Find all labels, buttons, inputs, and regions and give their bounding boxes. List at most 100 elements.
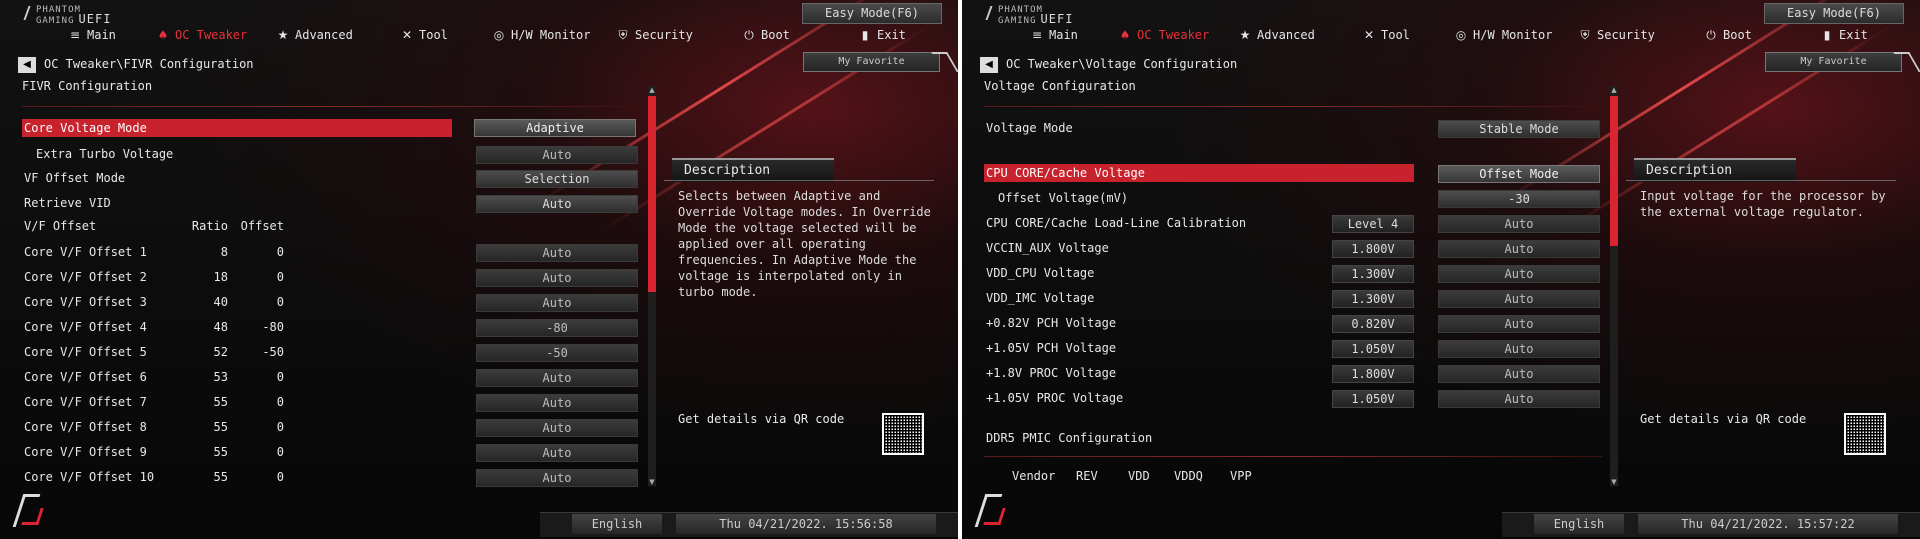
ddr5-col-vpp: VPP: [1230, 469, 1252, 483]
monitor-icon: ◎: [1455, 28, 1467, 42]
description-text: Selects between Adaptive and Override Vo…: [678, 189, 931, 299]
vf-offset-row[interactable]: Core V/F Offset 6: [22, 368, 452, 386]
vf-offset: 0: [276, 395, 284, 409]
vf-offset-row[interactable]: Core V/F Offset 3: [22, 293, 452, 311]
divider: [984, 106, 1602, 107]
nav-boot[interactable]: ⏻ Boot: [1704, 28, 1752, 43]
setting-row-extra-turbo-voltage[interactable]: Extra Turbo Voltage: [22, 145, 452, 163]
nav-exit[interactable]: ▮ Exit: [1820, 28, 1868, 42]
back-arrow-icon[interactable]: ◀: [980, 57, 998, 73]
vf-offset-value[interactable]: Auto: [476, 369, 638, 387]
vf-offset-value[interactable]: Auto: [476, 469, 638, 487]
divider: [984, 456, 1602, 457]
voltage-row[interactable]: CPU CORE/Cache Voltage: [984, 164, 1414, 182]
vf-offset-row[interactable]: Core V/F Offset 1: [22, 243, 452, 261]
voltage-value[interactable]: Auto: [1438, 290, 1600, 308]
clock: Thu 04/21/2022. 15:56:58: [676, 514, 936, 534]
value-extra-turbo-voltage[interactable]: Auto: [476, 146, 638, 164]
vf-offset: 0: [276, 270, 284, 284]
scroll-down-icon[interactable]: ▼: [1610, 478, 1618, 486]
value-vf-offset-mode[interactable]: Selection: [476, 170, 638, 188]
voltage-row[interactable]: Offset Voltage(mV): [984, 189, 1414, 207]
language-button[interactable]: English: [572, 514, 662, 534]
voltage-value[interactable]: Auto: [1438, 340, 1600, 358]
nav-security[interactable]: ⛨ Security: [1578, 28, 1654, 43]
vf-offset-value[interactable]: -50: [476, 344, 638, 362]
vf-offset-value[interactable]: Auto: [476, 394, 638, 412]
vf-offset-row[interactable]: Core V/F Offset 8: [22, 418, 452, 436]
phantom-gaming-logo: PHANTOM GAMING UEFI: [985, 6, 1073, 26]
nav-tool[interactable]: ✕ Tool: [400, 28, 448, 42]
qr-code-icon: [1844, 413, 1886, 455]
voltage-value[interactable]: Auto: [1438, 265, 1600, 283]
scrollbar[interactable]: ▲ ▼: [1610, 86, 1618, 486]
vf-offset-value[interactable]: Auto: [476, 244, 638, 262]
voltage-value[interactable]: Auto: [1438, 240, 1600, 258]
setting-row-voltage-mode[interactable]: Voltage Mode: [984, 119, 1414, 137]
scroll-down-icon[interactable]: ▼: [648, 478, 656, 486]
description-divider: [1626, 180, 1896, 181]
voltage-reading: 1.800V: [1332, 365, 1414, 383]
setting-row-vf-offset-mode[interactable]: VF Offset Mode: [22, 169, 452, 187]
nav-tool[interactable]: ✕ Tool: [1362, 28, 1410, 42]
nav-main[interactable]: ≡ Main: [68, 28, 116, 42]
voltage-reading: 1.300V: [1332, 265, 1414, 283]
vf-offset-value[interactable]: Auto: [476, 444, 638, 462]
vf-header-ratio: Ratio: [191, 219, 228, 233]
scrollbar-thumb[interactable]: [1610, 96, 1618, 246]
voltage-reading: 0.820V: [1332, 315, 1414, 333]
vf-offset-row[interactable]: Core V/F Offset 5: [22, 343, 452, 361]
star-icon: ★: [277, 28, 289, 42]
vf-offset-row[interactable]: Core V/F Offset 7: [22, 393, 452, 411]
scrollbar[interactable]: ▲ ▼: [648, 86, 656, 486]
vf-offset: 0: [276, 295, 284, 309]
ddr5-col-vddq: VDDQ: [1174, 469, 1203, 483]
voltage-reading: 1.300V: [1332, 290, 1414, 308]
voltage-value[interactable]: Offset Mode: [1438, 165, 1600, 183]
easy-mode-button[interactable]: Easy Mode(F6): [802, 3, 942, 24]
language-button[interactable]: English: [1534, 514, 1624, 534]
ddr5-col-vendor: Vendor: [1012, 469, 1056, 483]
voltage-value[interactable]: Auto: [1438, 390, 1600, 408]
nav-oc-tweaker[interactable]: ♠ OC Tweaker: [156, 28, 248, 42]
scroll-up-icon[interactable]: ▲: [648, 86, 656, 94]
vf-offset-row[interactable]: Core V/F Offset 2: [22, 268, 452, 286]
setting-row-core-voltage-mode[interactable]: Core Voltage Mode: [22, 119, 452, 137]
nav-advanced[interactable]: ★ Advanced: [1238, 28, 1315, 42]
vf-offset-row[interactable]: Core V/F Offset 10: [22, 468, 452, 486]
vf-ratio: 52: [213, 345, 228, 359]
voltage-value[interactable]: Auto: [1438, 365, 1600, 383]
voltage-value[interactable]: Auto: [1438, 215, 1600, 233]
vf-offset-value[interactable]: Auto: [476, 419, 638, 437]
nav-oc-tweaker[interactable]: ♠ OC Tweaker: [1118, 28, 1210, 42]
nav-main[interactable]: ≡ Main: [1030, 28, 1078, 42]
exit-icon: ▮: [1823, 28, 1831, 42]
vf-offset-value[interactable]: Auto: [476, 294, 638, 312]
nav-exit[interactable]: ▮ Exit: [858, 28, 906, 42]
nav-advanced[interactable]: ★ Advanced: [276, 28, 353, 42]
shield-icon: ⛨: [618, 28, 628, 42]
vf-offset-row[interactable]: Core V/F Offset 4: [22, 318, 452, 336]
vf-offset-row[interactable]: Core V/F Offset 9: [22, 443, 452, 461]
vf-offset-value[interactable]: Auto: [476, 269, 638, 287]
value-retrieve-vid[interactable]: Auto: [476, 195, 638, 213]
my-favorite-button[interactable]: My Favorite: [803, 52, 940, 72]
description-divider: [664, 180, 934, 181]
easy-mode-button[interactable]: Easy Mode(F6): [1764, 3, 1904, 24]
back-arrow-icon[interactable]: ◀: [18, 57, 36, 73]
voltage-reading: 1.050V: [1332, 390, 1414, 408]
scrollbar-thumb[interactable]: [648, 96, 656, 292]
value-voltage-mode[interactable]: Stable Mode: [1438, 120, 1600, 138]
voltage-value[interactable]: Auto: [1438, 315, 1600, 333]
nav-security[interactable]: ⛨ Security: [616, 28, 692, 43]
voltage-value[interactable]: -30: [1438, 190, 1600, 208]
nav-hw-monitor[interactable]: ◎ H/W Monitor: [1454, 28, 1553, 42]
top-nav: ≡ Main ♠ OC Tweaker ★ Advanced ✕ Tool ◎ H/W M…: [0, 26, 958, 48]
nav-hw-monitor[interactable]: ◎ H/W Monitor: [492, 28, 591, 42]
value-core-voltage-mode[interactable]: Adaptive: [474, 119, 636, 137]
scroll-up-icon[interactable]: ▲: [1610, 86, 1618, 94]
my-favorite-button[interactable]: My Favorite: [1765, 52, 1902, 72]
nav-boot[interactable]: ⏻ Boot: [742, 28, 790, 43]
vf-offset-value[interactable]: -80: [476, 319, 638, 337]
setting-row-retrieve-vid[interactable]: Retrieve VID: [22, 194, 452, 212]
